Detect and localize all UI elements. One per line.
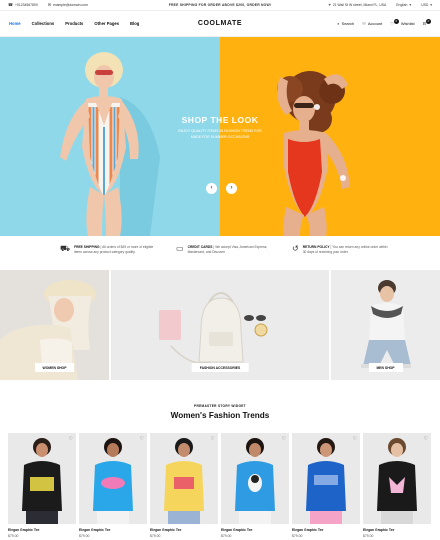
category-label-women[interactable]: WOMEN SHOP	[34, 363, 75, 372]
product-shirt	[306, 461, 346, 511]
product-image[interactable]: ♡	[292, 433, 360, 524]
address-text: 21 Wall St W street, Miami FL, USA	[332, 3, 387, 7]
product-price: $79.00	[79, 534, 90, 538]
product-photo	[235, 438, 275, 524]
product-photo	[306, 438, 346, 524]
chevron-down-icon: ▾	[409, 3, 412, 7]
feature-credit-cards: ▭ CREDIT CARDS | We accept Visa, America…	[176, 244, 268, 254]
search-button[interactable]: ⌕ Search	[337, 21, 354, 26]
wishlist-label: Wishlist	[400, 21, 415, 26]
account-label: Account	[367, 21, 383, 26]
location-pin-icon: ⌖	[328, 2, 331, 7]
language-value: English	[396, 3, 408, 7]
hero-title: SHOP THE LOOK	[181, 115, 259, 125]
product-image[interactable]: ♡	[8, 433, 76, 524]
search-icon: ⌕	[337, 20, 340, 26]
product-photo	[93, 438, 133, 524]
hero-subtitle-line1: ENJOY QUALITY ITEMS IN FASHION TREND FOR	[178, 129, 262, 133]
product-name[interactable]: Elegan Graphic Tee	[221, 528, 289, 532]
feature-title: RETURN POLICY	[302, 245, 330, 249]
category-banner-women[interactable]: WOMEN SHOP	[0, 270, 109, 380]
account-button[interactable]: ⚇ Account	[362, 21, 382, 26]
truck-icon: ⛟	[60, 244, 71, 253]
product-price: $79.00	[221, 534, 232, 538]
wishlist-heart-icon[interactable]: ♡	[140, 436, 144, 442]
wishlist-heart-icon[interactable]: ♡	[211, 436, 215, 442]
cart-count-badge: 0	[426, 19, 431, 24]
product-card[interactable]: ♡ Elegan Graphic Tee $79.00	[292, 433, 360, 538]
chevron-down-icon: ▾	[430, 3, 432, 7]
feature-title: FREE SHIPPING	[74, 245, 100, 249]
product-price: $79.00	[363, 534, 374, 538]
product-card[interactable]: ♡ Elegan Graphic Tee $79.00	[79, 433, 147, 538]
search-label: Search	[341, 21, 355, 26]
product-image[interactable]: ♡	[150, 433, 218, 524]
product-grid: ♡ Elegan Graphic Tee $79.00 ♡ Elegan Gra…	[8, 433, 432, 540]
category-banner-men[interactable]: MEN SHOP	[331, 270, 440, 380]
top-utility-bar: ☎ +01234567890 ✉ example@domain.com FREE S…	[0, 0, 440, 11]
product-image[interactable]: ♡	[363, 433, 431, 524]
product-card[interactable]: ♡ Elegan Graphic Tee $79.00	[221, 433, 289, 538]
hero-slider: SHOP THE LOOK ENJOY QUALITY ITEMS IN FAS…	[0, 37, 440, 236]
product-name[interactable]: Elegan Graphic Tee	[79, 528, 147, 532]
product-card[interactable]: ♡ Elegan Graphic Tee $79.00	[150, 433, 218, 538]
product-name[interactable]: Elegan Graphic Tee	[363, 528, 431, 532]
feature-free-shipping: ⛟ FREE SHIPPING | All orders of $49 or m…	[60, 244, 154, 254]
hero-prev-button[interactable]: ‹	[206, 183, 217, 194]
wishlist-count-badge: 0	[393, 19, 399, 24]
hero-subtitle-line2: MADE FOR SUMMER OCCASIONS	[190, 134, 250, 139]
currency-value: USD	[421, 3, 429, 7]
feature-strip: ⛟ FREE SHIPPING | All orders of $49 or m…	[60, 245, 390, 255]
product-name[interactable]: Elegan Graphic Tee	[292, 528, 360, 532]
card-icon: ▭	[176, 244, 184, 253]
product-photo	[22, 438, 62, 524]
return-icon: ↺	[292, 244, 299, 253]
user-icon: ⚇	[362, 20, 366, 26]
category-banner-accessories[interactable]: FASHION ACCESSORIES	[111, 270, 329, 380]
product-card[interactable]: ♡ Elegan Graphic Tee $79.00	[8, 433, 76, 538]
wishlist-heart-icon[interactable]: ♡	[282, 436, 286, 442]
wishlist-heart-icon[interactable]: ♡	[424, 436, 428, 442]
hero-next-button[interactable]: ›	[226, 183, 237, 194]
product-photo	[377, 438, 417, 524]
language-select[interactable]: English ▾	[396, 3, 411, 7]
product-name[interactable]: Elegan Graphic Tee	[150, 528, 218, 532]
product-price: $79.00	[8, 534, 19, 538]
feature-title: CREDIT CARDS	[187, 245, 213, 249]
main-nav: Home Collections Products Other Pages Bl…	[0, 11, 440, 37]
currency-select[interactable]: USD ▾	[421, 3, 432, 7]
section-title: Women's Fashion Trends	[170, 411, 270, 420]
store-address[interactable]: ⌖ 21 Wall St W street, Miami FL, USA	[328, 2, 387, 8]
product-price: $79.00	[292, 534, 303, 538]
section-eyebrow: PREMASTER STORY WIDGET	[194, 404, 246, 408]
wishlist-button[interactable]: ♡ 0 Wishlist	[390, 19, 415, 26]
feature-return-policy: ↺ RETURN POLICY | You can return any onl…	[292, 244, 388, 254]
wishlist-heart-icon[interactable]: ♡	[353, 436, 357, 442]
product-card[interactable]: ♡ Elegan Graphic Tee $79.00	[363, 433, 431, 538]
product-photo	[164, 438, 204, 524]
product-image[interactable]: ♡	[221, 433, 289, 524]
category-label-accessories[interactable]: FASHION ACCESSORIES	[191, 363, 249, 372]
product-image[interactable]: ♡	[79, 433, 147, 524]
product-price: $79.00	[150, 534, 161, 538]
product-name[interactable]: Elegan Graphic Tee	[8, 528, 76, 532]
category-label-men[interactable]: MEN SHOP	[368, 363, 403, 372]
wishlist-heart-icon[interactable]: ♡	[69, 436, 73, 442]
cart-button[interactable]: ⊟ 0	[423, 19, 431, 26]
